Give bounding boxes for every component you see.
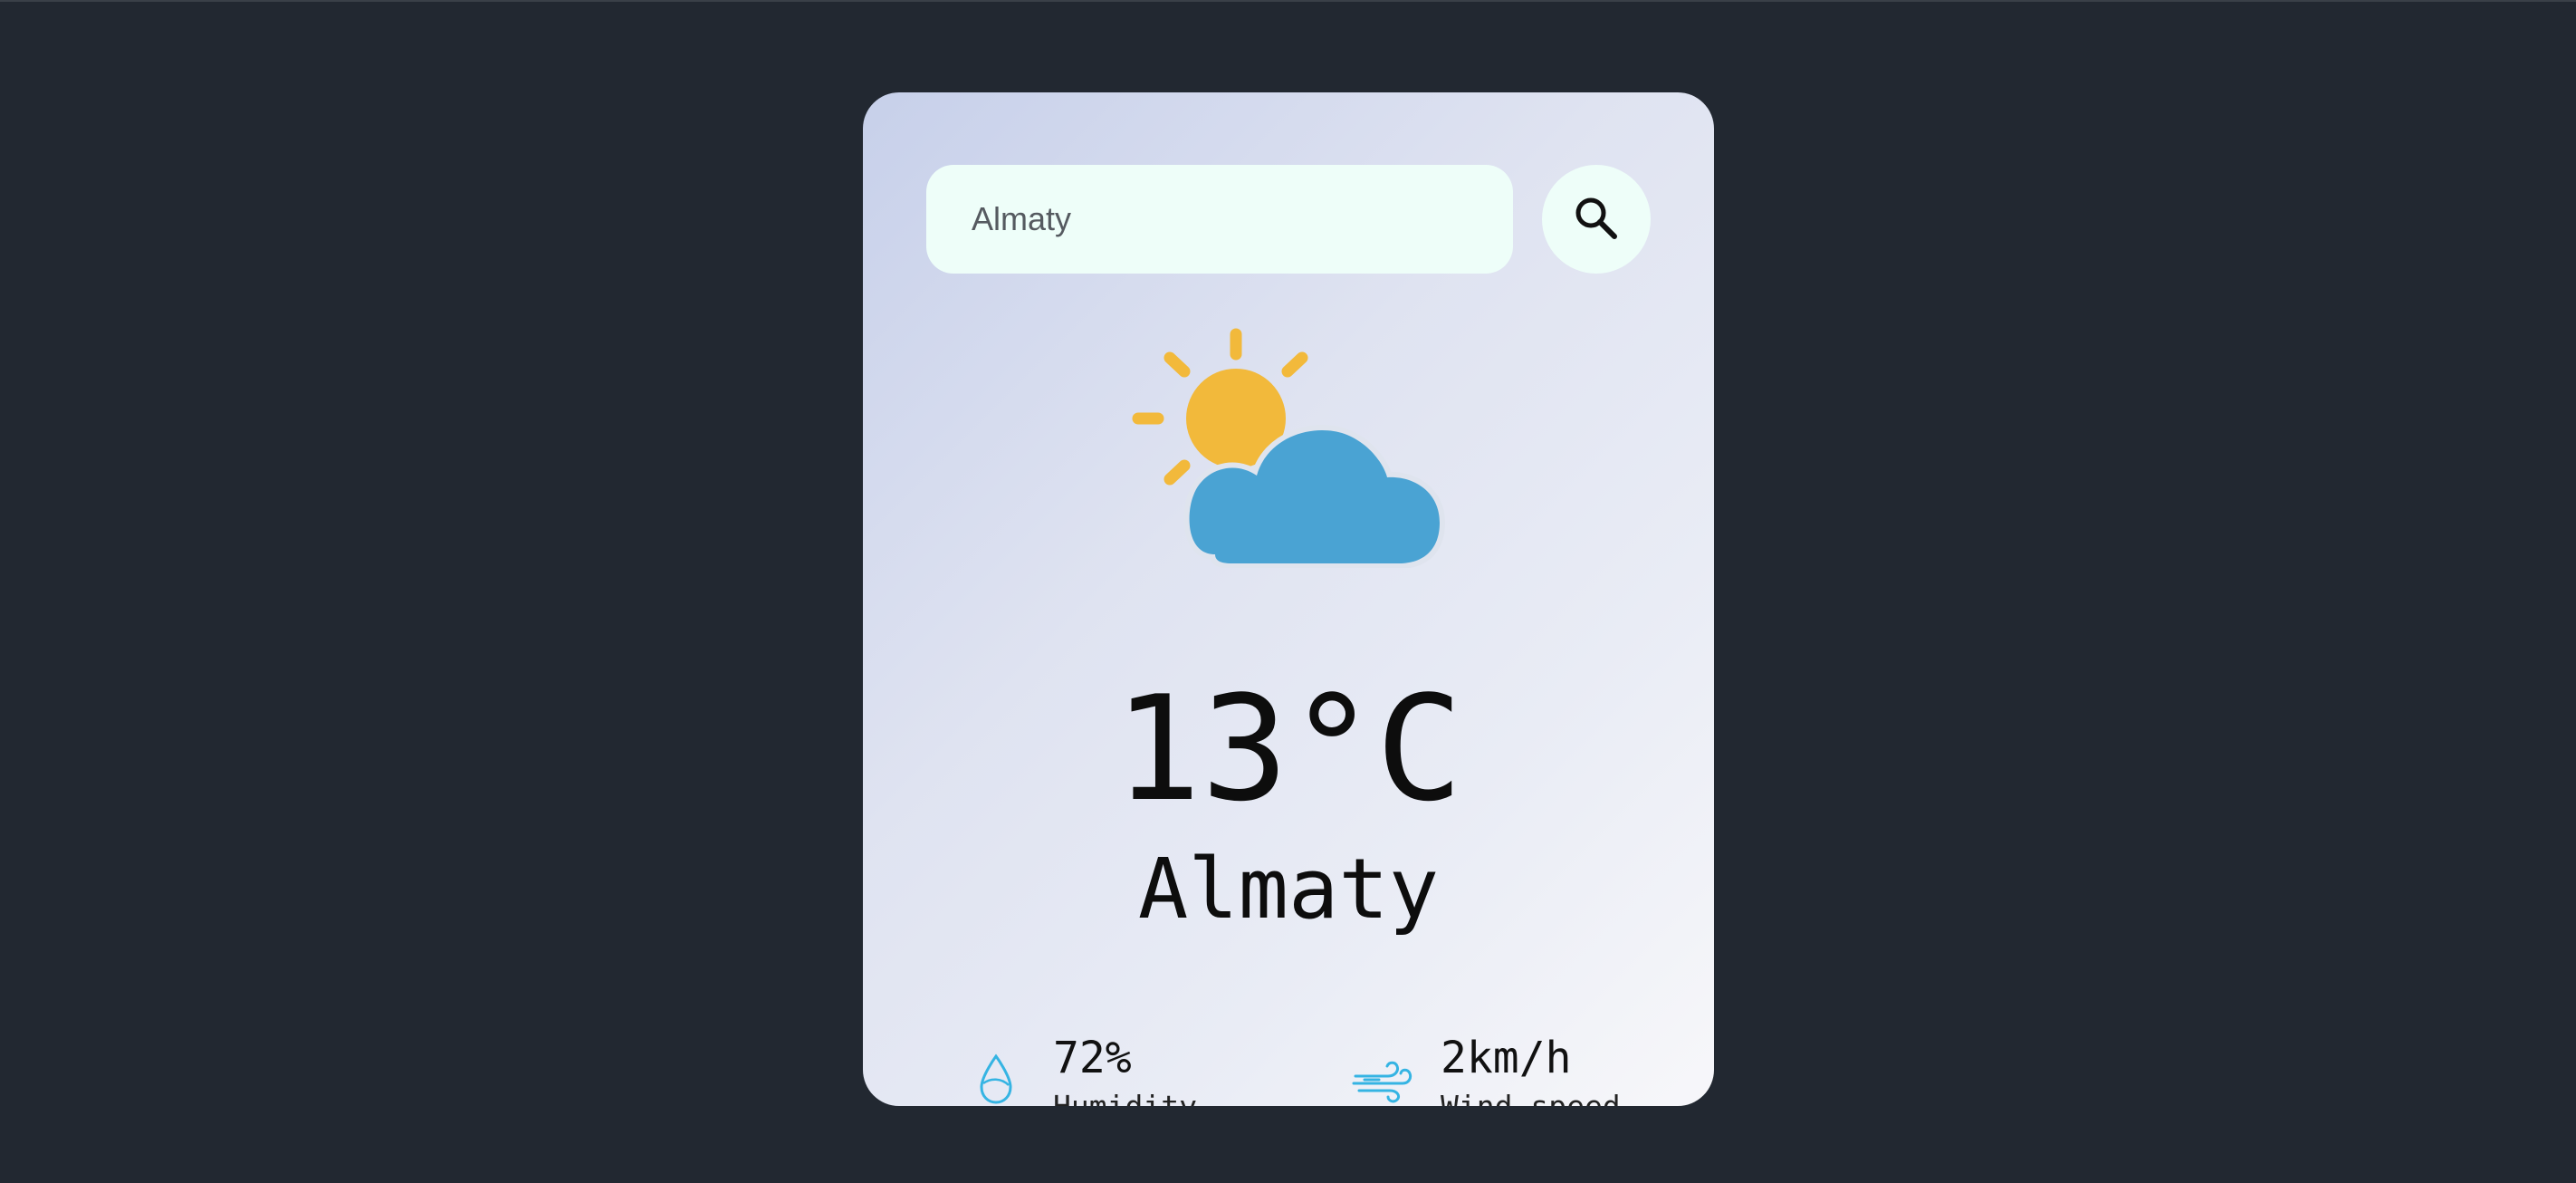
wind-icon (1352, 1061, 1412, 1103)
humidity-value: 72% (1053, 1033, 1132, 1083)
city-search-input[interactable] (926, 165, 1513, 274)
search-button[interactable] (1542, 165, 1651, 274)
window-top-border (0, 0, 2576, 2)
temperature: 13°C (1114, 664, 1463, 833)
partly-cloudy-icon (1132, 328, 1445, 568)
humidity-label: Humidity (1053, 1089, 1197, 1106)
city-name: Almaty (1137, 841, 1440, 938)
humidity-icon (980, 1053, 1012, 1104)
wind-speed-value: 2km/h (1441, 1033, 1572, 1083)
search-icon (1575, 197, 1617, 239)
weather-card: 13°C Almaty 72% Humidity 2km/h Wind spee… (863, 92, 1714, 1106)
wind-speed-label: Wind speed (1441, 1089, 1621, 1106)
